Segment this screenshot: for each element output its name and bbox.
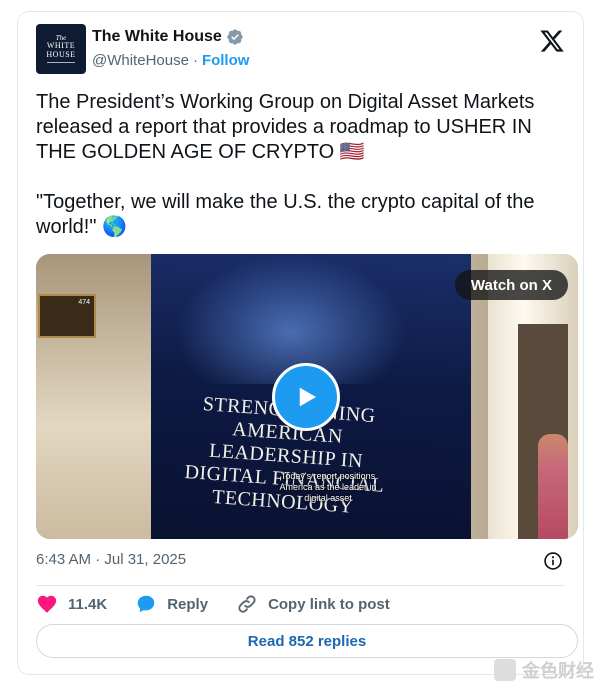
verified-badge-icon	[227, 29, 243, 45]
handle-row: @WhiteHouse · Follow	[92, 52, 249, 69]
watch-on-x-button[interactable]: Watch on X	[454, 270, 568, 300]
plaque-number: 474	[78, 299, 90, 306]
like-button[interactable]: 11.4K	[36, 593, 107, 615]
handle[interactable]: @WhiteHouse	[92, 52, 189, 69]
info-icon[interactable]	[543, 551, 563, 571]
follow-button[interactable]: Follow	[202, 52, 250, 69]
video-player[interactable]: 474 STRENGTHENING AMERICAN LEADERSHIP IN…	[36, 254, 578, 539]
link-icon	[238, 595, 256, 613]
play-button[interactable]	[272, 363, 340, 431]
watermark-text: 金色财经	[522, 661, 594, 681]
divider	[36, 585, 565, 586]
timestamp[interactable]: 6:43 AM · Jul 31, 2025	[36, 551, 186, 568]
avatar-text: HOUSE	[46, 49, 76, 59]
copy-link-label: Copy link to post	[268, 595, 390, 613]
tweet-paragraph-1: The President’s Working Group on Digital…	[36, 91, 535, 163]
timestamp-row: 6:43 AM · Jul 31, 2025	[36, 551, 565, 575]
name-row: The White House	[92, 28, 244, 46]
like-count: 11.4K	[68, 595, 108, 613]
tweet-header: The WHITE HOUSE The White House @WhiteHo…	[36, 24, 565, 80]
display-name[interactable]: The White House	[92, 28, 222, 46]
read-replies-button[interactable]: Read 852 replies	[36, 624, 578, 658]
x-logo-icon[interactable]	[539, 28, 565, 54]
avatar-rule	[47, 62, 75, 64]
avatar[interactable]: The WHITE HOUSE	[36, 24, 86, 74]
video-caption: Today's report positions America as the …	[279, 471, 377, 503]
reply-label: Reply	[167, 595, 209, 613]
watermark: 金色财经	[494, 657, 594, 683]
video-scene-person	[538, 434, 568, 539]
tweet-card: The WHITE HOUSE The White House @WhiteHo…	[17, 11, 584, 675]
reply-bubble-icon	[137, 595, 155, 613]
watermark-logo-icon	[494, 659, 516, 681]
tweet-paragraph-2: "Together, we will make the U.S. the cry…	[36, 191, 535, 238]
action-bar: 11.4K Reply Copy link to post	[36, 592, 418, 616]
copy-link-button[interactable]: Copy link to post	[236, 593, 390, 615]
separator: ·	[192, 52, 198, 69]
video-scene-poster-glow	[176, 254, 406, 384]
video-scene-plaque: 474	[38, 294, 96, 338]
tweet-text: The President’s Working Group on Digital…	[36, 90, 576, 240]
play-icon	[299, 387, 316, 407]
reply-button[interactable]: Reply	[135, 593, 208, 615]
heart-icon	[37, 595, 57, 613]
